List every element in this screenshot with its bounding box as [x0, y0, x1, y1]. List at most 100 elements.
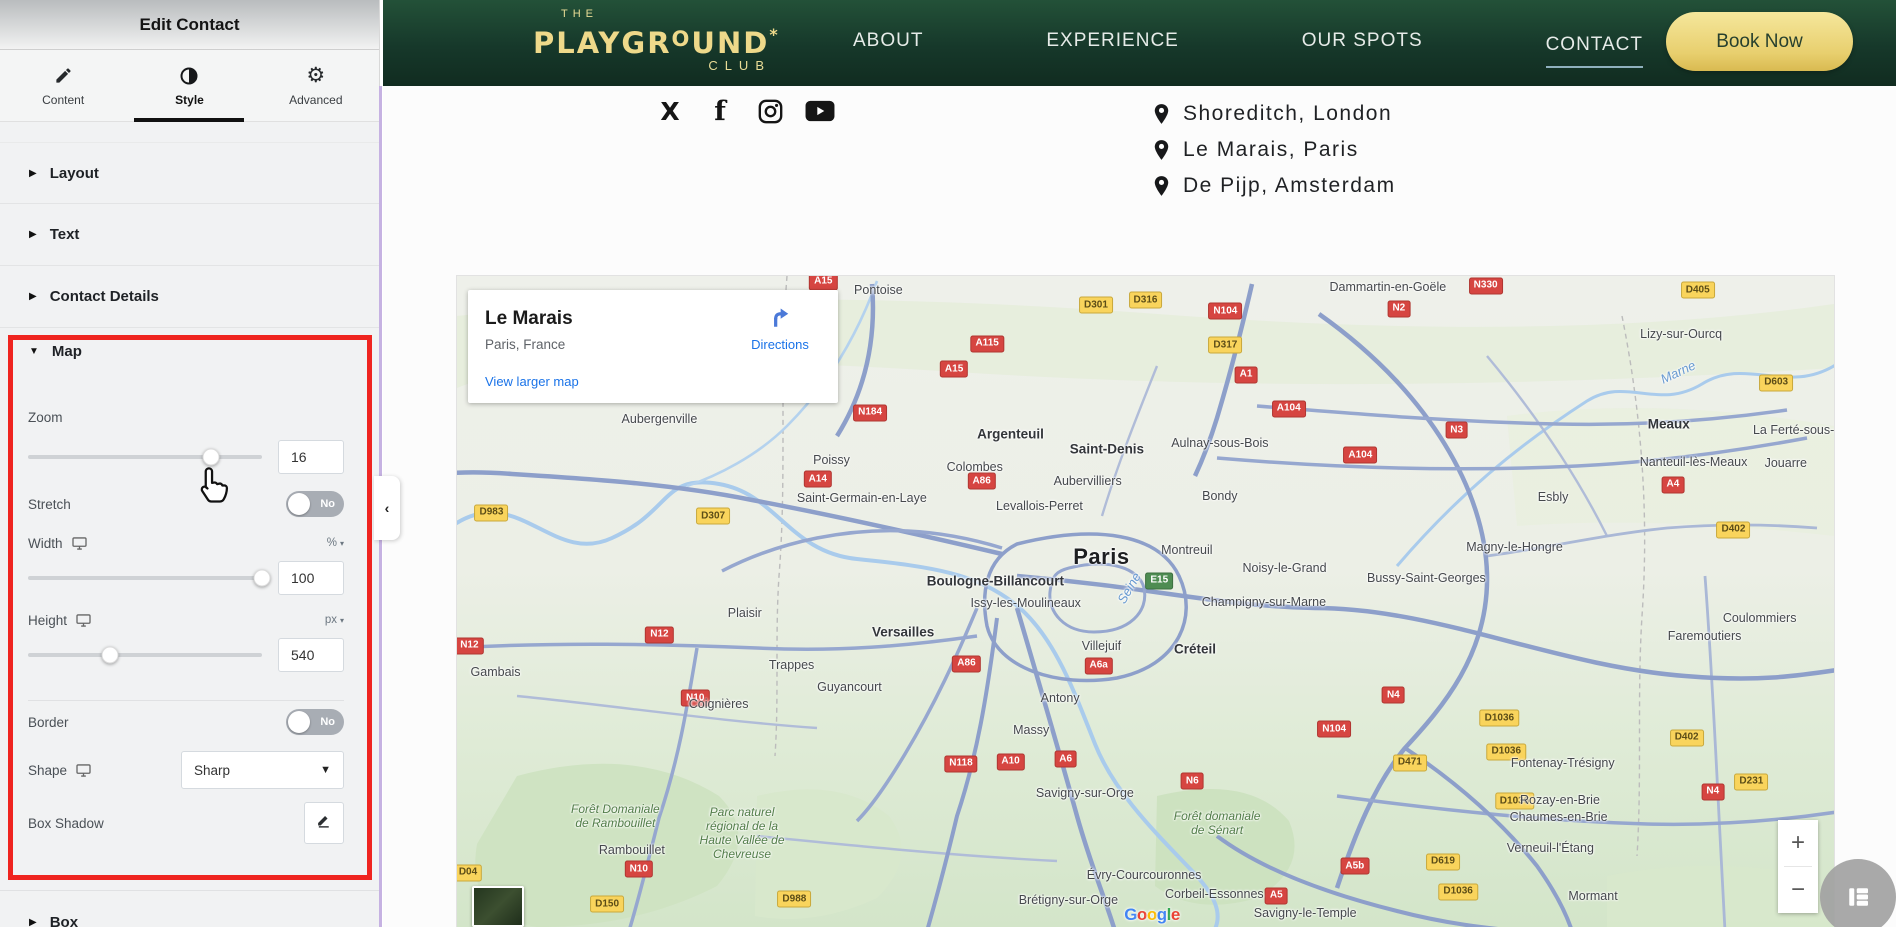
site-logo[interactable]: THE PLAYGROUND* CLUB [533, 8, 793, 73]
caret-right-icon: ▶ [29, 917, 37, 927]
width-slider-handle[interactable] [254, 570, 271, 587]
directions-icon [767, 317, 793, 334]
map-info-card: Le Marais Paris, France View larger map … [468, 290, 838, 403]
section-map-header[interactable]: ▼ Map [29, 343, 82, 360]
nav-item-contact[interactable]: CONTACT [1546, 34, 1643, 68]
border-row: Border No [28, 708, 344, 736]
instagram-icon[interactable] [755, 96, 785, 126]
stretch-row: Stretch No [28, 490, 344, 518]
caret-down-icon: ▼ [320, 764, 331, 776]
logo-club: CLUB [533, 58, 771, 73]
map-zoom-in-button[interactable]: + [1778, 820, 1818, 866]
location-text: De Pijp, Amsterdam [1183, 174, 1396, 198]
box-shadow-row: Box Shadow [28, 802, 344, 844]
chevron-down-icon: ▾ [340, 616, 344, 625]
elementor-badge[interactable] [1820, 859, 1896, 927]
view-larger-map-link[interactable]: View larger map [485, 374, 579, 389]
chevron-left-icon: ‹ [385, 500, 390, 516]
logo-the: THE [561, 8, 793, 20]
tab-style[interactable]: Style [126, 50, 252, 121]
height-slider[interactable] [28, 653, 262, 657]
caret-right-icon: ▶ [29, 291, 37, 302]
height-slider-handle[interactable] [101, 647, 118, 664]
box-shadow-label: Box Shadow [28, 816, 104, 831]
toggle-knob [288, 711, 310, 733]
nav-item-experience[interactable]: EXPERIENCE [1046, 30, 1178, 56]
panel-title: Edit Contact [139, 15, 239, 35]
height-value-input[interactable] [278, 638, 344, 672]
border-toggle[interactable]: No [286, 709, 344, 735]
width-unit-select[interactable]: %▾ [327, 537, 344, 549]
caret-right-icon: ▶ [29, 168, 37, 179]
width-value-input[interactable] [278, 561, 344, 595]
pencil-icon [54, 65, 73, 87]
social-icons: X f [655, 96, 835, 126]
box-shadow-edit-button[interactable] [304, 802, 344, 844]
monitor-icon [72, 537, 87, 550]
width-slider[interactable] [28, 576, 262, 580]
map-card-title: Le Marais [485, 308, 573, 330]
zoom-value-input[interactable] [278, 440, 344, 474]
section-map-label: Map [52, 343, 82, 360]
tab-advanced[interactable]: ⚙ Advanced [253, 50, 379, 121]
book-now-button[interactable]: Book Now [1666, 12, 1853, 71]
tab-content[interactable]: Content [0, 50, 126, 121]
divider [28, 700, 344, 701]
map-canvas[interactable]: A15N330D405D316D301N104N2A115D317A1D603A… [457, 276, 1834, 927]
elementor-icon [1843, 882, 1873, 912]
gear-icon: ⚙ [306, 65, 325, 87]
section-contact-details[interactable]: ▶Contact Details [0, 266, 379, 328]
zoom-slider-row [28, 440, 344, 474]
chevron-down-icon: ▾ [340, 539, 344, 548]
main-nav: ABOUT EXPERIENCE OUR SPOTS CONTACT [853, 0, 1643, 86]
section-text[interactable]: ▶Text [0, 204, 379, 266]
panel-sections-top: ▶Layout▶Text▶Contact Details [0, 142, 379, 328]
stretch-toggle-state: No [320, 498, 335, 510]
location-text: Le Marais, Paris [1183, 138, 1359, 162]
shape-row: Shape Sharp ▼ [28, 751, 344, 789]
shape-select[interactable]: Sharp ▼ [181, 751, 344, 789]
width-label-row: Width %▾ [28, 533, 344, 553]
shape-select-value: Sharp [194, 763, 230, 778]
caret-right-icon: ▶ [29, 229, 37, 240]
facebook-icon[interactable]: f [705, 96, 735, 126]
location-item: Le Marais, Paris [1153, 132, 1396, 168]
location-item: Shoreditch, London [1153, 96, 1396, 132]
tab-content-label: Content [42, 93, 84, 107]
section-layout[interactable]: ▶Layout [0, 142, 379, 204]
toggle-knob [288, 493, 310, 515]
contrast-icon [179, 65, 199, 87]
directions-button[interactable]: Directions [748, 304, 812, 352]
location-pin-icon [1153, 139, 1170, 161]
x-icon[interactable]: X [655, 96, 685, 126]
border-toggle-state: No [320, 716, 335, 728]
height-label: Height [28, 613, 91, 628]
zoom-slider-handle[interactable] [202, 449, 219, 466]
height-label-row: Height px▾ [28, 610, 344, 630]
border-label: Border [28, 715, 69, 730]
logo-main: PLAYGROUND* [533, 20, 793, 58]
locations-list: Shoreditch, London Le Marais, Paris De Pij… [1153, 96, 1396, 204]
location-pin-icon [1153, 175, 1170, 197]
location-item: De Pijp, Amsterdam [1153, 168, 1396, 204]
panel-collapse-handle[interactable]: ‹ [374, 476, 400, 540]
monitor-icon [76, 764, 91, 777]
stretch-toggle[interactable]: No [286, 491, 344, 517]
nav-item-about[interactable]: ABOUT [853, 30, 923, 56]
zoom-slider[interactable] [28, 455, 262, 459]
height-unit-select[interactable]: px▾ [325, 614, 344, 626]
zoom-label: Zoom [28, 410, 63, 425]
panel-header: Edit Contact [0, 0, 379, 50]
pencil-icon [316, 812, 333, 834]
satellite-view-thumbnail[interactable] [472, 886, 524, 927]
shape-label: Shape [28, 763, 91, 778]
map-card-subtitle: Paris, France [485, 337, 565, 352]
nav-item-our-spots[interactable]: OUR SPOTS [1302, 30, 1423, 56]
section-box[interactable]: ▶ Box [0, 891, 379, 927]
screenshot-root: Edit Contact Content Style ⚙ Advanced ▶L… [0, 0, 1896, 927]
map-zoom-out-button[interactable]: − [1778, 867, 1818, 913]
site-header: THE PLAYGROUND* CLUB ABOUT EXPERIENCE OUR … [383, 0, 1896, 86]
youtube-icon[interactable] [805, 96, 835, 126]
zoom-label-row: Zoom [28, 410, 344, 425]
google-logo[interactable]: Google [1124, 905, 1180, 925]
